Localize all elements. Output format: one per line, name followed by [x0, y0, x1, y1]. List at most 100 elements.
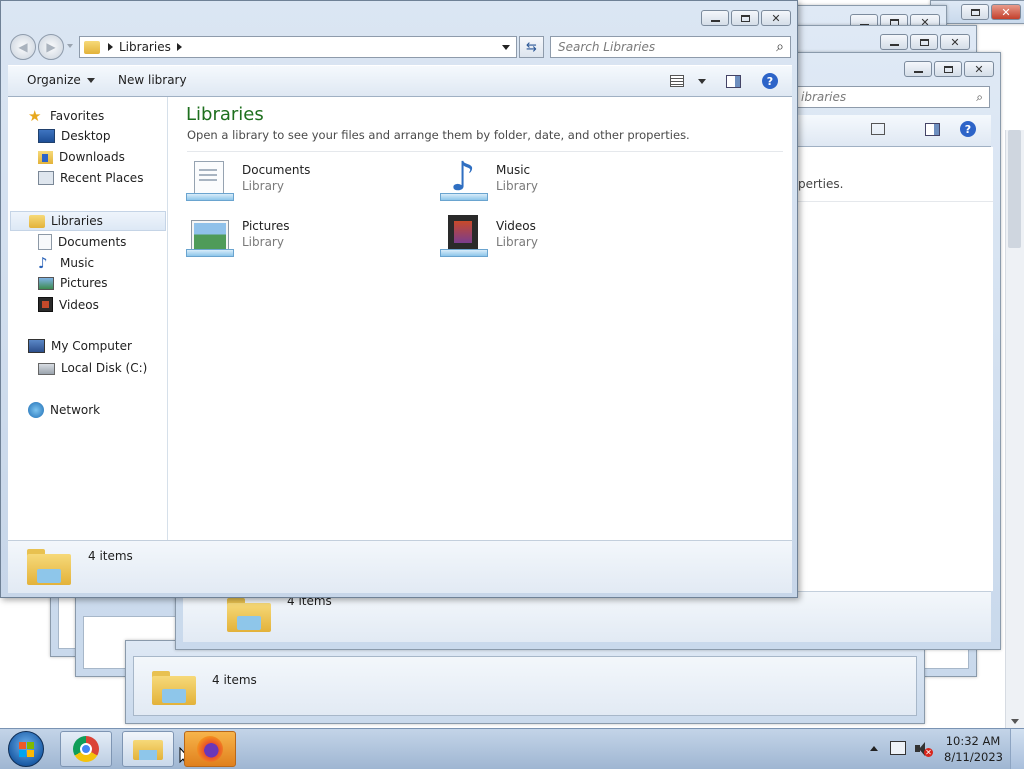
recent-pages-arrow[interactable] — [67, 44, 73, 48]
address-bar[interactable]: Libraries — [79, 36, 517, 58]
nav-desktop[interactable]: Desktop — [38, 129, 111, 143]
videos-icon — [38, 297, 53, 312]
search-icon[interactable]: ⌕ — [776, 39, 784, 55]
taskbar: ✕ 10:32 AM 8/11/2023 — [0, 728, 1024, 769]
nav-documents[interactable]: Documents — [38, 234, 126, 250]
restore-button[interactable] — [961, 4, 989, 20]
nav-pictures[interactable]: Pictures — [38, 276, 108, 290]
breadcrumb-separator-icon — [108, 43, 113, 51]
view-options-icon — [670, 75, 684, 87]
close-button[interactable]: ✕ — [964, 61, 994, 77]
nav-favorites[interactable]: ★ Favorites — [28, 108, 104, 124]
maximize-button[interactable] — [910, 34, 938, 50]
background-window-status: 4 items — [125, 640, 925, 724]
start-orb-icon[interactable] — [8, 731, 44, 767]
maximize-button[interactable] — [731, 10, 759, 26]
volume-muted-icon[interactable]: ✕ — [915, 741, 933, 757]
taskbar-firefox-button[interactable] — [184, 731, 236, 767]
network-icon — [28, 402, 44, 418]
music-icon: ♪ — [38, 254, 48, 272]
address-dropdown-icon[interactable] — [502, 44, 510, 50]
videos-library-icon — [440, 215, 488, 263]
navigation-pane: ★ Favorites Desktop Downloads Recent Pla… — [8, 97, 168, 540]
library-music[interactable]: ♪ Music Library — [440, 155, 538, 207]
breadcrumb-chevron-icon[interactable] — [176, 43, 182, 51]
forward-button[interactable]: ▶ — [38, 34, 64, 60]
search-input[interactable]: Search Libraries ⌕ — [550, 36, 791, 58]
firefox-icon — [197, 736, 223, 762]
organize-menu[interactable]: Organize — [27, 73, 95, 87]
details-pane: 4 items — [8, 540, 792, 593]
subtitle-partial: perties. — [798, 177, 844, 191]
library-documents[interactable]: Documents Library — [186, 159, 310, 207]
search-box[interactable]: ibraries ⌕ — [794, 86, 990, 108]
library-name: Documents — [242, 163, 311, 177]
minimize-button[interactable] — [880, 34, 908, 50]
desktop-icon — [38, 129, 55, 143]
close-button[interactable]: ✕ — [761, 10, 791, 26]
vertical-scrollbar[interactable] — [1005, 130, 1024, 728]
nav-local-disk[interactable]: Local Disk (C:) — [38, 360, 147, 375]
nav-network[interactable]: Network — [28, 402, 100, 418]
pictures-icon — [38, 276, 54, 290]
folder-icon — [152, 667, 196, 705]
downloads-icon — [38, 150, 53, 164]
close-button[interactable]: ✕ — [991, 4, 1021, 20]
organize-label: Organize — [27, 73, 81, 87]
view-options-icon[interactable] — [871, 123, 885, 135]
change-view-button[interactable] — [670, 75, 706, 87]
clock-date: 8/11/2023 — [944, 750, 1003, 764]
back-button[interactable]: ◀ — [10, 34, 36, 60]
libraries-folder-icon — [84, 40, 100, 54]
divider — [187, 151, 783, 152]
show-hidden-icons-arrow[interactable] — [870, 746, 878, 751]
library-name: Music — [496, 163, 531, 177]
command-bar: Organize New library ? — [8, 65, 792, 97]
breadcrumb-libraries[interactable]: Libraries — [119, 40, 171, 54]
new-library-button[interactable]: New library — [118, 73, 187, 87]
library-pictures[interactable]: Pictures Library — [186, 215, 290, 263]
clock[interactable]: 10:32 AM 8/11/2023 — [944, 733, 1003, 765]
clock-time: 10:32 AM — [945, 734, 1001, 748]
documents-library-icon — [186, 159, 234, 207]
preview-pane-icon[interactable] — [925, 123, 940, 136]
taskbar-chrome-button[interactable] — [60, 731, 112, 767]
nav-music[interactable]: ♪ Music — [38, 255, 94, 271]
nav-recent-places[interactable]: Recent Places — [38, 171, 143, 185]
show-desktop-button[interactable] — [1010, 729, 1024, 769]
nav-libraries[interactable]: Libraries — [10, 211, 166, 231]
recent-places-icon — [38, 171, 54, 185]
search-placeholder: ibraries — [801, 90, 847, 104]
nav-my-computer[interactable]: My Computer — [28, 339, 132, 353]
library-type: Library — [242, 179, 284, 193]
nav-label: Downloads — [59, 150, 125, 164]
network-tray-icon[interactable] — [890, 741, 906, 755]
library-name: Videos — [496, 219, 536, 233]
maximize-button[interactable] — [934, 61, 962, 77]
nav-label: Local Disk (C:) — [61, 360, 148, 375]
minimize-button[interactable] — [701, 10, 729, 26]
help-icon[interactable]: ? — [762, 73, 778, 89]
library-videos[interactable]: Videos Library — [440, 215, 538, 263]
view-dropdown-icon[interactable] — [698, 78, 706, 84]
help-icon[interactable]: ? — [960, 121, 976, 137]
taskbar-explorer-button[interactable] — [122, 731, 174, 767]
close-button[interactable]: ✕ — [940, 34, 970, 50]
library-type: Library — [496, 179, 538, 193]
scroll-down-arrow[interactable] — [1011, 719, 1019, 724]
organize-dropdown-icon — [86, 77, 95, 83]
computer-icon — [28, 339, 45, 353]
explorer-icon — [133, 736, 163, 762]
nav-videos[interactable]: Videos — [38, 297, 99, 312]
preview-pane-icon[interactable] — [726, 75, 741, 88]
nav-downloads[interactable]: Downloads — [38, 150, 125, 164]
nav-label: Videos — [59, 297, 99, 312]
nav-label: Recent Places — [60, 171, 144, 185]
status-text: 4 items — [88, 549, 133, 563]
refresh-button[interactable]: ⇆ — [519, 36, 544, 58]
local-disk-icon — [38, 363, 55, 375]
minimize-button[interactable] — [904, 61, 932, 77]
search-placeholder: Search Libraries — [558, 40, 656, 54]
scroll-thumb[interactable] — [1008, 130, 1021, 248]
search-icon: ⌕ — [976, 90, 983, 104]
